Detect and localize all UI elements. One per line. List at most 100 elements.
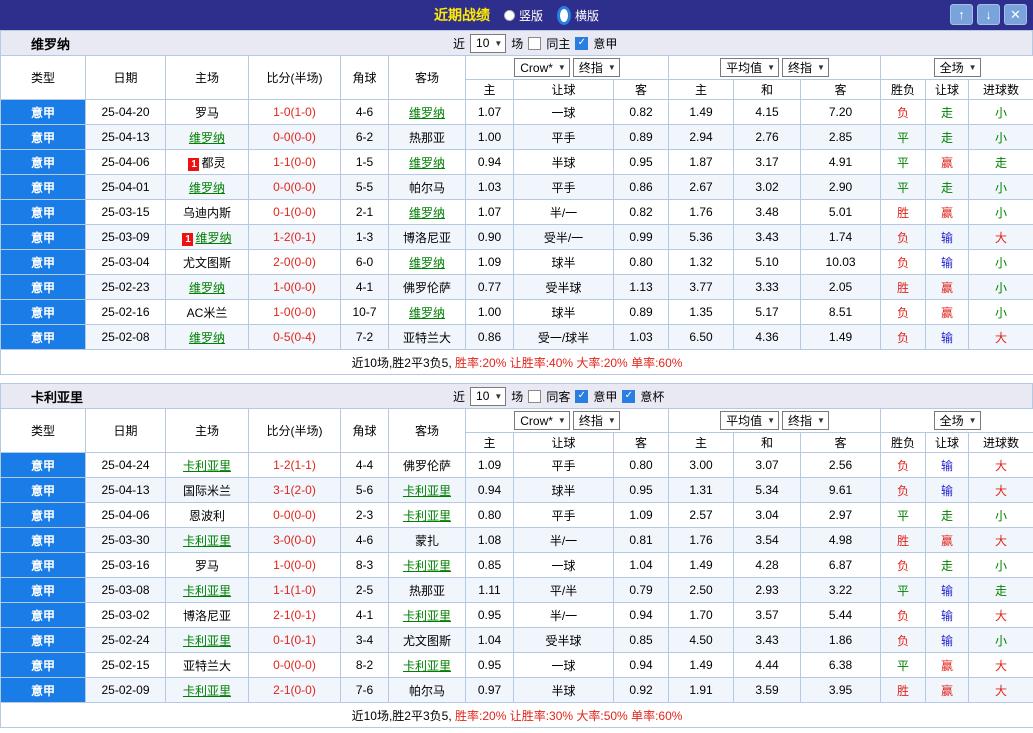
final-odds-select-1[interactable]: 终指 ▼ [572, 58, 620, 77]
bookmaker-select[interactable]: Crow* ▼ [514, 58, 570, 77]
match-row: 意甲 25-03-02 博洛尼亚 2-1(0-1) 4-1 卡利亚里 0.95 半/一 0.94… [0, 602, 1033, 628]
away-team-link[interactable]: 尤文图斯 [403, 634, 451, 648]
result-cell: 大 [968, 527, 1033, 553]
section-header: 卡利亚里 近 10 ▼ 场 同客 ✓ 意甲 ✓ 意杯 [0, 383, 1033, 408]
away-team-link[interactable]: 卡利亚里 [403, 509, 451, 523]
scope-select[interactable]: 全场 ▼ [933, 58, 981, 77]
away-team-link[interactable]: 卡利亚里 [403, 659, 451, 673]
away-team-link[interactable]: 卡利亚里 [403, 484, 451, 498]
average-select[interactable]: 平均值 ▼ [720, 411, 780, 430]
home-team-link[interactable]: 国际米兰 [183, 484, 231, 498]
result-cell: 大 [968, 677, 1033, 703]
scope-select[interactable]: 全场 ▼ [933, 411, 981, 430]
odds-cell: 半球 [513, 149, 614, 175]
home-team-link[interactable]: 罗马 [195, 559, 219, 573]
away-team-link[interactable]: 帕尔马 [409, 684, 445, 698]
away-team-link[interactable]: 亚特兰大 [403, 331, 451, 345]
home-team-link[interactable]: AC米兰 [187, 306, 228, 320]
odds-cell: 平手 [513, 452, 614, 478]
home-team-link[interactable]: 卡利亚里 [183, 584, 231, 598]
away-team-link[interactable]: 佛罗伦萨 [403, 281, 451, 295]
odds-cell: 8.51 [800, 299, 882, 325]
away-team-link[interactable]: 维罗纳 [409, 256, 445, 270]
away-team-link[interactable]: 蒙扎 [415, 534, 439, 548]
home-team-link[interactable]: 乌迪内斯 [183, 206, 231, 220]
away-team-link[interactable]: 博洛尼亚 [403, 231, 451, 245]
home-team-link[interactable]: 博洛尼亚 [183, 609, 231, 623]
away-team-link[interactable]: 佛罗伦萨 [403, 459, 451, 473]
results-table: 类型 日期 主场 比分(半场) 角球 客场 Crow* ▼ 终指 ▼ 平均值 ▼… [0, 55, 1033, 375]
same-away-checkbox[interactable] [528, 389, 542, 403]
home-team-link[interactable]: 恩波利 [189, 509, 225, 523]
odds-cell: 0.95 [612, 149, 670, 175]
odds-cell: 5.10 [733, 249, 802, 275]
away-team-link[interactable]: 卡利亚里 [403, 559, 451, 573]
result-cell: 负 [880, 627, 927, 653]
away-team-link[interactable]: 热那亚 [409, 131, 445, 145]
odds-cell: 2.05 [800, 274, 882, 300]
corner-cell: 5-6 [340, 477, 389, 503]
odds-cell: 2.85 [800, 124, 882, 150]
odds-cell: 1.49 [800, 324, 882, 350]
odds-cell: 5.01 [800, 199, 882, 225]
match-count-select[interactable]: 10 ▼ [470, 386, 507, 406]
odds-cell: 0.99 [612, 224, 670, 250]
coppa-italia-checkbox[interactable]: ✓ [622, 389, 636, 403]
odds-cell: 3.77 [668, 274, 735, 300]
away-team-link[interactable]: 维罗纳 [409, 206, 445, 220]
final-odds-select-2[interactable]: 终指 ▼ [782, 58, 829, 77]
serie-a-checkbox[interactable]: ✓ [575, 389, 589, 403]
same-home-checkbox[interactable] [528, 36, 542, 50]
odds-cell: 4.15 [733, 99, 802, 125]
home-team-link[interactable]: 卡利亚里 [183, 634, 231, 648]
corner-cell: 4-1 [340, 602, 389, 628]
away-team-link[interactable]: 卡利亚里 [403, 609, 451, 623]
home-cell: 卡利亚里 [165, 627, 249, 653]
home-team-link[interactable]: 都灵 [201, 156, 225, 170]
scroll-up-button[interactable]: ↑ [950, 4, 973, 25]
odds-cell: 3.54 [733, 527, 802, 553]
horizontal-layout-radio[interactable]: 横版 [557, 5, 599, 25]
serie-a-checkbox[interactable]: ✓ [575, 36, 589, 50]
home-cell: 维罗纳 [165, 324, 249, 350]
match-row: 意甲 25-02-09 卡利亚里 2-1(0-0) 7-6 帕尔马 0.97 半球 0.92 1.… [0, 677, 1033, 703]
result-cell: 走 [925, 552, 970, 578]
home-team-link[interactable]: 卡利亚里 [183, 684, 231, 698]
bookmaker-select[interactable]: Crow* ▼ [514, 411, 570, 430]
home-team-link[interactable]: 卡利亚里 [183, 534, 231, 548]
match-row: 意甲 25-03-16 罗马 1-0(0-0) 8-3 卡利亚里 0.85 一球 1.04 1.4… [0, 552, 1033, 578]
final-odds-value-2: 终指 [788, 61, 813, 75]
home-team-link[interactable]: 维罗纳 [189, 181, 225, 195]
result-cell: 赢 [925, 299, 970, 325]
scroll-down-button[interactable]: ↓ [977, 4, 1000, 25]
corner-cell: 4-4 [340, 452, 389, 478]
home-team-link[interactable]: 维罗纳 [189, 131, 225, 145]
away-team-link[interactable]: 帕尔马 [409, 181, 445, 195]
col-score: 比分(半场) [248, 55, 341, 100]
away-team-link[interactable]: 维罗纳 [409, 156, 445, 170]
vertical-layout-radio[interactable]: 竖版 [503, 7, 543, 24]
league-cell: 意甲 [0, 199, 86, 225]
final-odds-select-2[interactable]: 终指 ▼ [782, 411, 829, 430]
result-cell: 负 [880, 299, 927, 325]
final-odds-select-1[interactable]: 终指 ▼ [572, 411, 620, 430]
home-team-link[interactable]: 维罗纳 [189, 331, 225, 345]
home-team-link[interactable]: 尤文图斯 [183, 256, 231, 270]
home-team-link[interactable]: 罗马 [195, 106, 219, 120]
result-cell: 赢 [925, 527, 970, 553]
home-team-link[interactable]: 维罗纳 [189, 281, 225, 295]
date-cell: 25-04-13 [85, 124, 166, 150]
away-team-link[interactable]: 热那亚 [409, 584, 445, 598]
red-card-icon: 1 [188, 157, 200, 171]
match-count-select[interactable]: 10 ▼ [470, 33, 507, 53]
average-select[interactable]: 平均值 ▼ [720, 58, 780, 77]
home-team-link[interactable]: 维罗纳 [195, 231, 231, 245]
away-team-link[interactable]: 维罗纳 [409, 106, 445, 120]
results-table-body: 意甲 25-04-20 罗马 1-0(1-0) 4-6 维罗纳 1.07 一球 0.82 1.49… [0, 99, 1033, 350]
home-team-link[interactable]: 亚特兰大 [183, 659, 231, 673]
home-team-link[interactable]: 卡利亚里 [183, 459, 231, 473]
away-team-link[interactable]: 维罗纳 [409, 306, 445, 320]
date-cell: 25-03-08 [85, 577, 166, 603]
close-button[interactable]: ✕ [1004, 4, 1027, 25]
match-row: 意甲 25-02-08 维罗纳 0-5(0-4) 7-2 亚特兰大 0.86 受一/球半 1.0… [0, 324, 1033, 350]
